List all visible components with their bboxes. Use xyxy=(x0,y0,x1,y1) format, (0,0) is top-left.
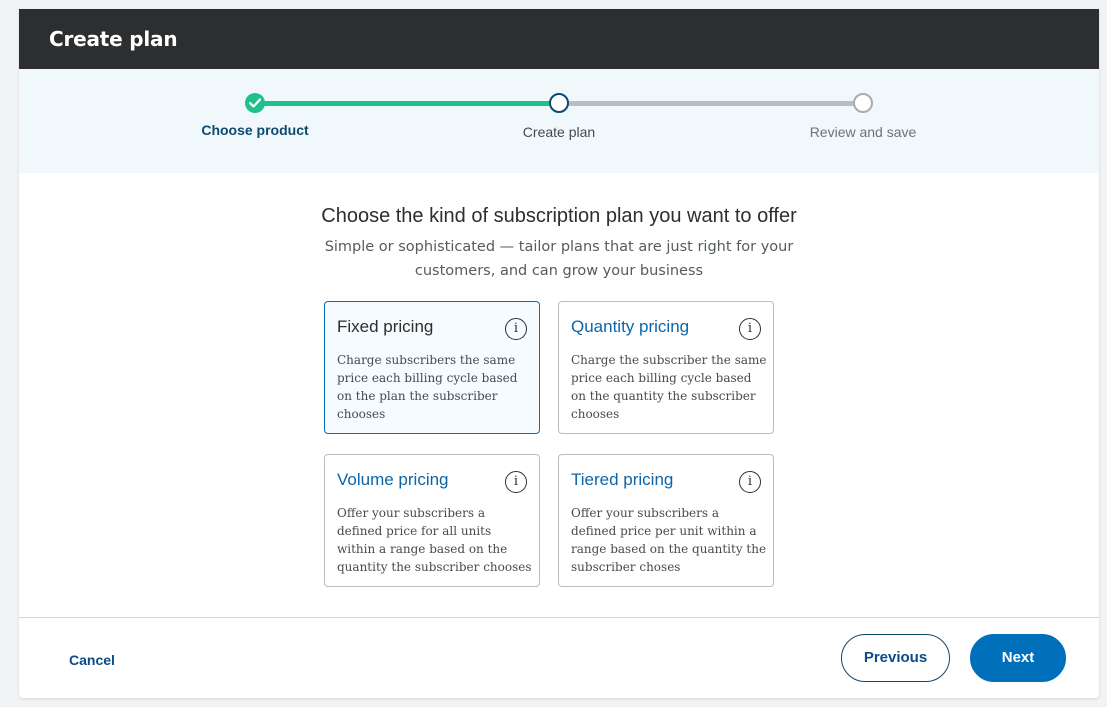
create-plan-modal: Create plan Choose product Create plan R… xyxy=(19,9,1099,698)
plan-card-quantity-pricing[interactable]: Quantity pricing i Charge the subscriber… xyxy=(558,301,774,434)
info-icon[interactable]: i xyxy=(505,318,527,340)
step-label-review-and-save: Review and save xyxy=(809,124,917,140)
card-description: Charge subscribers the same price each b… xyxy=(337,353,518,421)
step-current-indicator xyxy=(549,93,569,113)
plan-card-volume-pricing[interactable]: Volume pricing i Offer your subscribers … xyxy=(324,454,540,587)
footer-divider xyxy=(19,617,1099,618)
next-button[interactable]: Next xyxy=(970,634,1066,682)
plan-card-tiered-pricing[interactable]: Tiered pricing i Offer your subscribers … xyxy=(558,454,774,587)
card-description: Offer your subscribers a defined price p… xyxy=(571,506,767,574)
info-icon[interactable]: i xyxy=(739,318,761,340)
card-description: Offer your subscribers a defined price f… xyxy=(337,506,532,574)
card-title: Tiered pricing xyxy=(571,470,674,489)
cancel-link[interactable]: Cancel xyxy=(69,652,115,668)
card-title: Volume pricing xyxy=(337,470,449,489)
progress-stepper: Choose product Create plan Review and sa… xyxy=(19,69,1099,173)
step-label-choose-product[interactable]: Choose product xyxy=(155,122,355,138)
card-title: Quantity pricing xyxy=(571,317,690,336)
info-icon[interactable]: i xyxy=(505,471,527,493)
info-icon[interactable]: i xyxy=(739,471,761,493)
step-upcoming-indicator xyxy=(853,93,873,113)
modal-title: Create plan xyxy=(49,27,178,51)
page-heading: Choose the kind of subscription plan you… xyxy=(321,205,797,227)
step-label-create-plan: Create plan xyxy=(522,124,596,140)
stepper-track-remaining xyxy=(559,101,863,106)
step-complete-check-icon xyxy=(245,93,265,113)
stepper-track-complete xyxy=(255,101,559,106)
card-description: Charge the subscriber the same price eac… xyxy=(571,353,767,421)
page-subheading: Simple or sophisticated — tailor plans t… xyxy=(324,239,794,279)
previous-button[interactable]: Previous xyxy=(841,634,950,682)
modal-header: Create plan xyxy=(19,9,1099,69)
card-title: Fixed pricing xyxy=(337,317,434,336)
plan-card-fixed-pricing[interactable]: Fixed pricing i Charge subscribers the s… xyxy=(324,301,540,434)
